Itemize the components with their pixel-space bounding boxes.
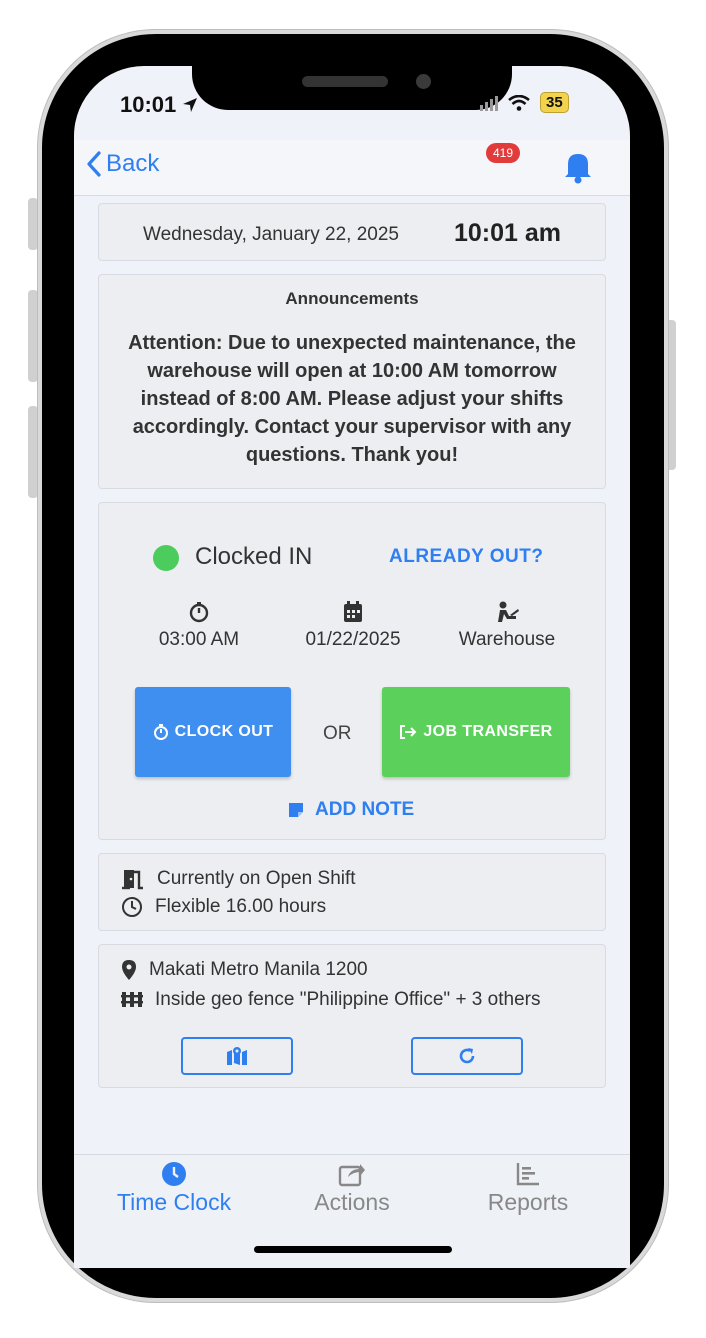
notification-count-badge: 419 xyxy=(486,143,521,163)
clock-in-time-info: 03:00 AM xyxy=(129,601,269,651)
clock-out-label: CLOCK OUT xyxy=(174,723,274,740)
datetime-card: Wednesday, January 22, 2025 10:01 am xyxy=(98,203,606,261)
announcements-card: Announcements Attention: Due to unexpect… xyxy=(98,274,606,489)
current-time: 10:01 am xyxy=(453,219,561,247)
job-transfer-button[interactable]: JOB TRANSFER xyxy=(382,687,570,777)
tab-time-clock-label: Time Clock xyxy=(116,1189,232,1215)
wifi-icon xyxy=(508,94,530,111)
geofence-text: Inside geo fence "Philippine Office" + 3… xyxy=(155,989,541,1010)
job-info: Warehouse xyxy=(437,601,577,651)
address-text: Makati Metro Manila 1200 xyxy=(149,959,368,980)
address-row: Makati Metro Manila 1200 xyxy=(121,959,368,981)
shift-row: Currently on Open Shift xyxy=(121,868,356,890)
calendar-icon xyxy=(344,601,362,622)
chevron-left-icon xyxy=(87,151,101,177)
tab-actions-label: Actions xyxy=(314,1189,390,1215)
already-out-link[interactable]: ALREADY OUT? xyxy=(389,546,543,568)
tab-reports[interactable]: Reports xyxy=(438,1161,618,1216)
worker-icon xyxy=(498,601,519,622)
announcements-title: Announcements xyxy=(285,289,419,308)
current-date: Wednesday, January 22, 2025 xyxy=(143,224,399,245)
clock-card: Clocked IN ALREADY OUT? 03:00 AM 01/22/2… xyxy=(98,502,606,840)
status-time-text: 10:01 xyxy=(120,92,177,117)
sign-out-icon xyxy=(400,725,417,739)
map-button[interactable] xyxy=(181,1037,293,1075)
volume-down-button xyxy=(28,406,38,498)
job-transfer-label: JOB TRANSFER xyxy=(423,723,553,740)
hours-text: Flexible 16.00 hours xyxy=(155,896,327,917)
add-note-label: ADD NOTE xyxy=(315,799,415,820)
location-arrow-icon xyxy=(183,98,198,112)
map-location-icon xyxy=(227,1047,247,1065)
refresh-icon xyxy=(459,1048,475,1064)
volume-up-button xyxy=(28,290,38,382)
tab-reports-label: Reports xyxy=(487,1189,569,1215)
or-separator: OR xyxy=(323,723,352,744)
status-indicators: 35 xyxy=(480,92,569,113)
door-open-icon xyxy=(122,870,143,890)
sticky-note-icon xyxy=(289,803,303,817)
mute-switch xyxy=(28,198,38,250)
back-label: Back xyxy=(106,150,160,177)
job-name: Warehouse xyxy=(458,629,556,650)
clock-out-button[interactable]: CLOCK OUT xyxy=(135,687,291,777)
refresh-button[interactable] xyxy=(411,1037,523,1075)
announcements-body: Attention: Due to unexpected maintenance… xyxy=(128,332,576,466)
stopwatch-icon xyxy=(153,724,168,740)
hours-row: Flexible 16.00 hours xyxy=(121,896,326,918)
tab-time-clock[interactable]: Time Clock xyxy=(84,1161,264,1216)
share-square-icon xyxy=(338,1164,365,1187)
map-marker-icon xyxy=(122,960,136,980)
clock-in-time: 03:00 AM xyxy=(158,629,240,650)
clock-status-text: Clocked IN xyxy=(195,543,313,570)
signal-icon xyxy=(480,95,498,111)
clock-date: 01/22/2025 xyxy=(305,629,401,650)
location-card: Makati Metro Manila 1200 Inside geo fenc… xyxy=(98,944,606,1088)
navigation-bar: Back xyxy=(74,140,630,196)
clock-status-dot xyxy=(153,545,179,571)
status-time: 10:01 xyxy=(120,92,198,118)
tab-actions[interactable]: Actions xyxy=(262,1161,442,1216)
clock-icon xyxy=(122,897,142,917)
stopwatch-icon xyxy=(189,602,209,623)
shift-text: Currently on Open Shift xyxy=(157,868,356,889)
add-note-button[interactable]: ADD NOTE xyxy=(287,799,414,821)
chart-bar-icon xyxy=(516,1163,539,1186)
clock-date-info: 01/22/2025 xyxy=(283,601,423,651)
home-indicator xyxy=(254,1246,452,1253)
battery-indicator: 35 xyxy=(540,92,569,113)
notification-bell-icon[interactable] xyxy=(560,146,596,186)
shift-card: Currently on Open Shift Flexible 16.00 h… xyxy=(98,853,606,931)
notch xyxy=(192,66,512,110)
fence-icon xyxy=(121,992,143,1007)
back-button[interactable]: Back xyxy=(86,150,159,178)
clock-icon xyxy=(162,1162,186,1186)
geofence-row: Inside geo fence "Philippine Office" + 3… xyxy=(121,987,541,1013)
